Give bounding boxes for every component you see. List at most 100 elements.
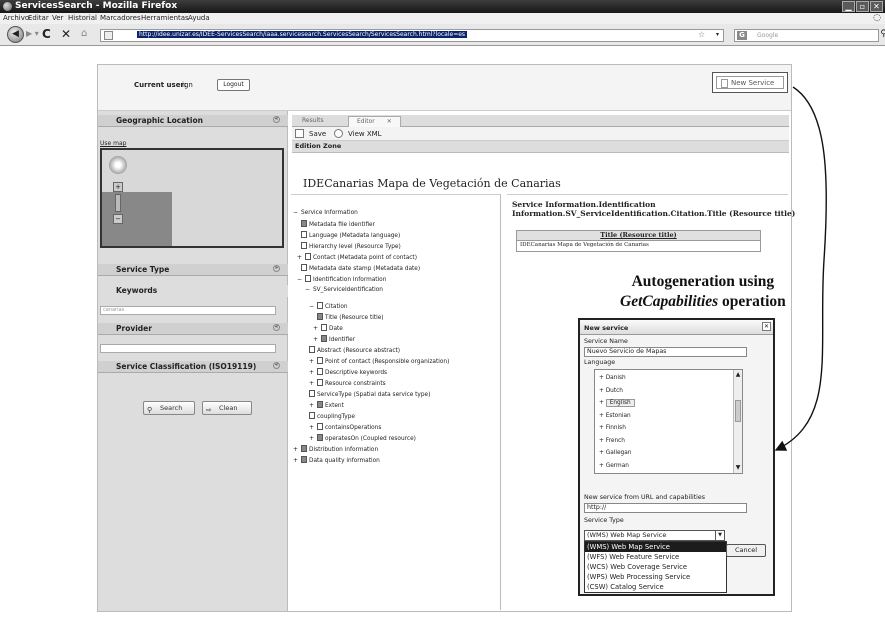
expand-icon[interactable]: + [309,402,315,409]
close-tab-icon[interactable]: ✕ [387,118,392,125]
language-item[interactable]: + Dutch [599,388,623,394]
tree-node[interactable]: + Descriptive keywords [309,368,387,376]
service-type-option[interactable]: (CSW) Catalog Service [585,582,726,592]
google-icon[interactable]: G [737,31,747,40]
expand-icon[interactable]: + [599,438,606,444]
close-icon[interactable]: ✕ [762,322,771,331]
expand-icon[interactable]: + [309,369,315,376]
use-map-checkbox[interactable]: Use map [100,140,126,147]
zoom-out-icon[interactable]: − [113,214,123,224]
map-view[interactable]: + − [100,148,284,248]
expand-icon[interactable]: + [599,450,606,456]
tree-node[interactable]: + Distribution information [293,445,378,453]
dialog-header[interactable]: New service ✕ [580,320,773,335]
collapse-icon[interactable]: − [305,286,311,293]
url-dropdown-icon[interactable]: ▾ [716,31,719,38]
expand-icon[interactable]: + [309,435,315,442]
tree-node[interactable]: couplingType [309,412,355,420]
language-list[interactable]: ▲ ▼ + Danish + Dutch + English + Estonian + … [594,369,743,474]
collapse-icon[interactable]: » [273,265,280,272]
tree-node[interactable]: Metadata file identifier [301,220,375,228]
tree-node[interactable]: + Date [313,324,343,332]
cancel-button[interactable]: Cancel [726,544,766,557]
collapse-icon[interactable]: − [293,209,299,216]
new-service-button[interactable]: New Service [716,76,784,89]
service-type-option[interactable]: (WMS) Web Map Service [585,542,726,552]
menu-editar[interactable]: Editar [28,14,49,22]
maximize-icon[interactable]: ▫ [856,1,869,12]
reload-icon[interactable]: C [42,27,51,41]
language-item[interactable]: + English [599,399,635,407]
bookmark-star-icon[interactable]: ☆ [698,30,705,39]
expand-icon[interactable]: + [313,325,319,332]
language-item[interactable]: + Danish [599,375,626,381]
scroll-up-icon[interactable]: ▲ [734,371,742,379]
tree-node[interactable]: ServiceType (Spatial data service type) [309,390,430,398]
forward-icon[interactable]: ▶ ▾ [26,29,39,38]
language-item[interactable]: + French [599,438,625,444]
tree-node[interactable]: Hierarchy level (Resource Type) [301,242,401,250]
tree-node[interactable]: + Resource constraints [309,379,386,387]
collapse-icon[interactable]: − [297,276,303,283]
expand-icon[interactable]: + [293,457,299,464]
scroll-thumb[interactable] [735,400,741,422]
collapse-icon[interactable]: − [309,303,315,310]
expand-icon[interactable]: + [293,446,299,453]
tree-node[interactable]: − Service Information [293,209,358,216]
language-item[interactable]: + Finnish [599,425,626,431]
zoom-slider[interactable] [115,194,121,212]
classification-header[interactable]: Service Classification (ISO19119) « [98,361,288,373]
tree-node[interactable]: + operatesOn (Coupled resource) [309,434,416,442]
url-bar[interactable]: http://idee.unizar.es/IDEE-ServicesSearc… [100,29,724,42]
menu-ayuda[interactable]: Ayuda [188,14,210,22]
search-box[interactable]: G Google ⚲ [734,29,885,42]
expand-icon[interactable]: + [599,425,606,431]
back-icon[interactable]: ◀ [7,26,24,43]
tab-editor[interactable]: Editor ✕ [348,116,401,127]
tree-node[interactable]: + Data quality information [293,456,380,464]
menu-herramientas[interactable]: Herramientas [141,14,189,22]
table-cell[interactable]: IDECanarias Mapa de Vegetación de Canari… [517,241,760,251]
expand-icon[interactable]: + [313,336,319,343]
tree-node[interactable]: − SV_ServiceIdentification [305,286,383,293]
expand-icon[interactable]: + [309,380,315,387]
language-scrollbar[interactable]: ▲ ▼ [733,370,742,473]
tab-results[interactable]: Results [294,116,332,127]
menu-archivo[interactable]: Archivo [3,14,29,22]
save-button[interactable]: Save [309,130,326,138]
pan-control-icon[interactable] [109,156,127,174]
tree-node[interactable]: Language (Metadata language) [301,231,400,239]
site-identity-icon[interactable] [104,31,113,40]
language-item[interactable]: + German [599,463,629,469]
service-type-header[interactable]: Service Type » [98,264,288,276]
search-button[interactable]: ⚲ Search [143,401,195,415]
expand-icon[interactable]: + [309,424,315,431]
logout-button[interactable]: Logout [217,79,250,91]
tree-node[interactable]: − Identification Information [297,275,386,283]
tree-node[interactable]: + Identifier [313,335,355,343]
view-xml-button[interactable]: View XML [348,130,382,138]
tree-node[interactable]: − Citation [309,302,348,310]
tree-node[interactable]: + Point of contact (Responsible organizat… [309,357,449,365]
menu-historial[interactable]: Historial [68,14,97,22]
provider-input[interactable] [100,344,276,353]
zoom-in-icon[interactable]: + [113,182,123,192]
collapse-icon[interactable]: « [273,324,280,331]
menu-marcadores[interactable]: Marcadores [100,14,141,22]
minimize-icon[interactable]: ▁ [842,1,855,12]
home-icon[interactable]: ⌂ [81,28,87,39]
close-icon[interactable]: ✕ [870,1,883,12]
scroll-down-icon[interactable]: ▼ [734,464,742,472]
geo-location-header[interactable]: Geographic Location « [98,115,288,127]
tree-node[interactable]: + Extent [309,401,344,409]
keywords-input[interactable]: canarias [100,306,276,315]
service-type-option[interactable]: (WCS) Web Coverage Service [585,562,726,572]
tree-node[interactable]: Title (Resource title) [317,313,384,321]
search-icon[interactable]: ⚲ [880,29,885,39]
service-type-select[interactable]: (WMS) Web Map Service ▼ [584,530,725,541]
expand-icon[interactable]: + [599,413,606,419]
service-type-option[interactable]: (WPS) Web Processing Service [585,572,726,582]
stop-icon[interactable]: ✕ [61,27,71,41]
tree-node[interactable]: Metadata date stamp (Metadata date) [301,264,420,272]
expand-icon[interactable]: + [599,388,606,394]
